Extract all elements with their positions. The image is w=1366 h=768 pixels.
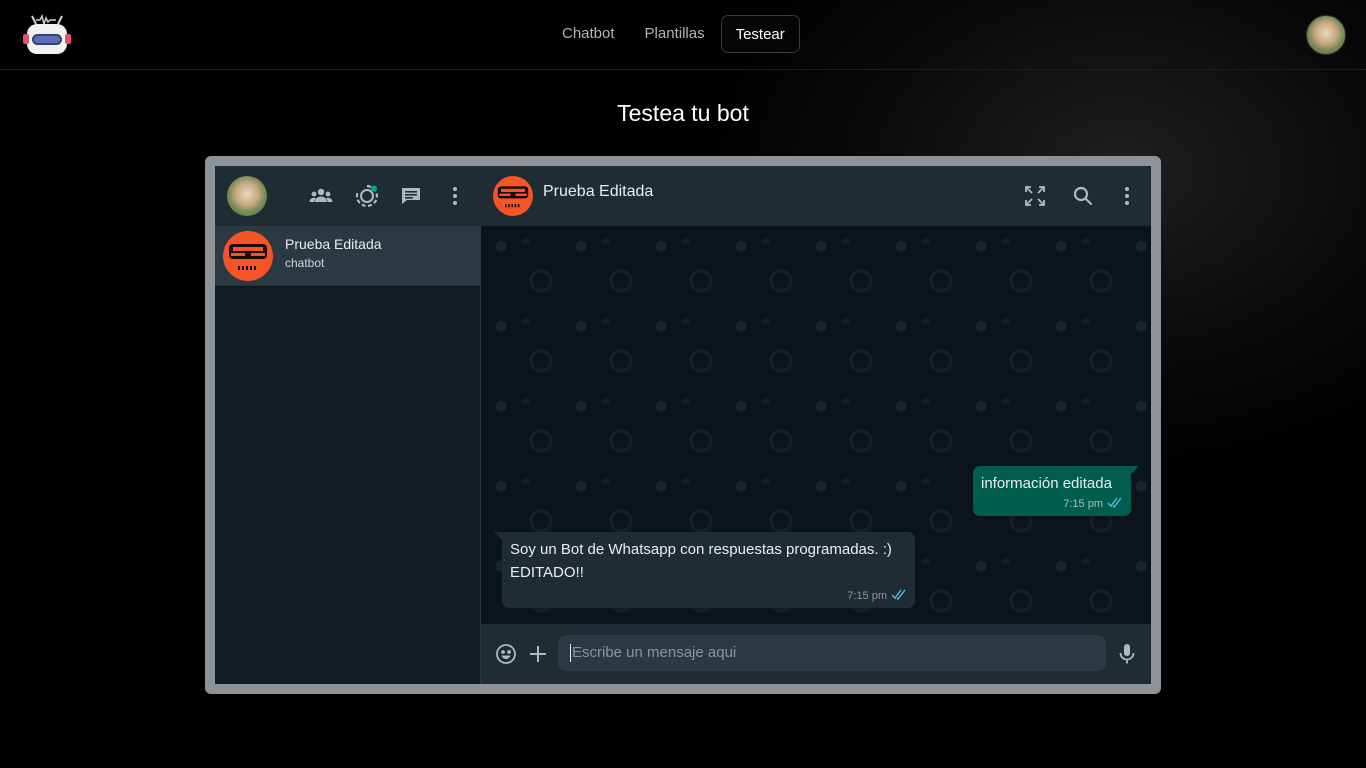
message-time: 7:15 pm [1063, 498, 1103, 510]
message-text-line1: Soy un Bot de Whatsapp con respuestas pr… [510, 541, 892, 558]
conversation-menu-icon[interactable] [1115, 184, 1139, 208]
bubble-tail [494, 532, 502, 540]
message-text: información editada [981, 475, 1112, 492]
chat-list-item-name: Prueba Editada [285, 236, 382, 252]
attach-plus-icon[interactable] [526, 642, 550, 666]
incoming-message: Soy un Bot de Whatsapp con respuestas pr… [494, 532, 915, 608]
message-text-line2: EDITADO!! [510, 564, 584, 581]
status-icon[interactable] [355, 184, 379, 208]
page-title: Testea tu bot [617, 100, 749, 126]
emoji-icon[interactable] [494, 642, 518, 666]
main-nav: Chatbot Plantillas Testear [548, 15, 802, 53]
new-chat-icon[interactable] [399, 184, 423, 208]
text-caret [570, 644, 571, 663]
chat-list-item[interactable]: Prueba Editada chatbot [215, 226, 481, 286]
user-avatar[interactable] [1306, 15, 1346, 55]
profile-avatar[interactable] [227, 176, 267, 216]
chat-list-header [215, 166, 481, 226]
message-composer: Escribe un mensaje aqui [481, 624, 1151, 684]
nav-link-plantillas[interactable]: Plantillas [631, 15, 719, 53]
message-input-placeholder: Escribe un mensaje aqui [572, 644, 737, 661]
contact-name[interactable]: Prueba Editada [543, 183, 653, 201]
top-navbar: Chatbot Plantillas Testear [0, 0, 1366, 70]
outgoing-message: información editada 7:15 pm [973, 466, 1139, 516]
search-icon[interactable] [1071, 184, 1095, 208]
message-input[interactable]: Escribe un mensaje aqui [558, 635, 1106, 671]
menu-kebab-icon[interactable] [443, 184, 467, 208]
message-meta: 7:15 pm [847, 589, 907, 603]
message-meta: 7:15 pm [1063, 497, 1123, 511]
fullscreen-icon[interactable] [1023, 184, 1047, 208]
robot-logo-icon[interactable] [20, 12, 72, 58]
bot-avatar-icon [223, 231, 273, 281]
contact-avatar-icon[interactable] [493, 176, 533, 216]
nav-link-testear[interactable]: Testear [720, 15, 800, 53]
conversation-panel: Prueba Editada información editada 7:15 … [481, 166, 1151, 684]
bubble-tail [1131, 466, 1139, 474]
whatsapp-simulator-frame: Prueba Editada chatbot Prueba Editada in… [205, 156, 1161, 694]
communities-icon[interactable] [309, 184, 333, 208]
double-check-icon [891, 589, 907, 603]
message-area[interactable]: información editada 7:15 pm Soy un Bot d… [481, 226, 1151, 624]
double-check-icon [1107, 497, 1123, 511]
conversation-header: Prueba Editada [481, 166, 1151, 226]
microphone-icon[interactable] [1115, 642, 1139, 666]
chat-list-item-subtitle: chatbot [285, 256, 325, 270]
nav-link-chatbot[interactable]: Chatbot [548, 15, 629, 53]
message-time: 7:15 pm [847, 590, 887, 602]
chat-list-panel: Prueba Editada chatbot [215, 166, 481, 684]
whatsapp-app: Prueba Editada chatbot Prueba Editada in… [215, 166, 1151, 684]
